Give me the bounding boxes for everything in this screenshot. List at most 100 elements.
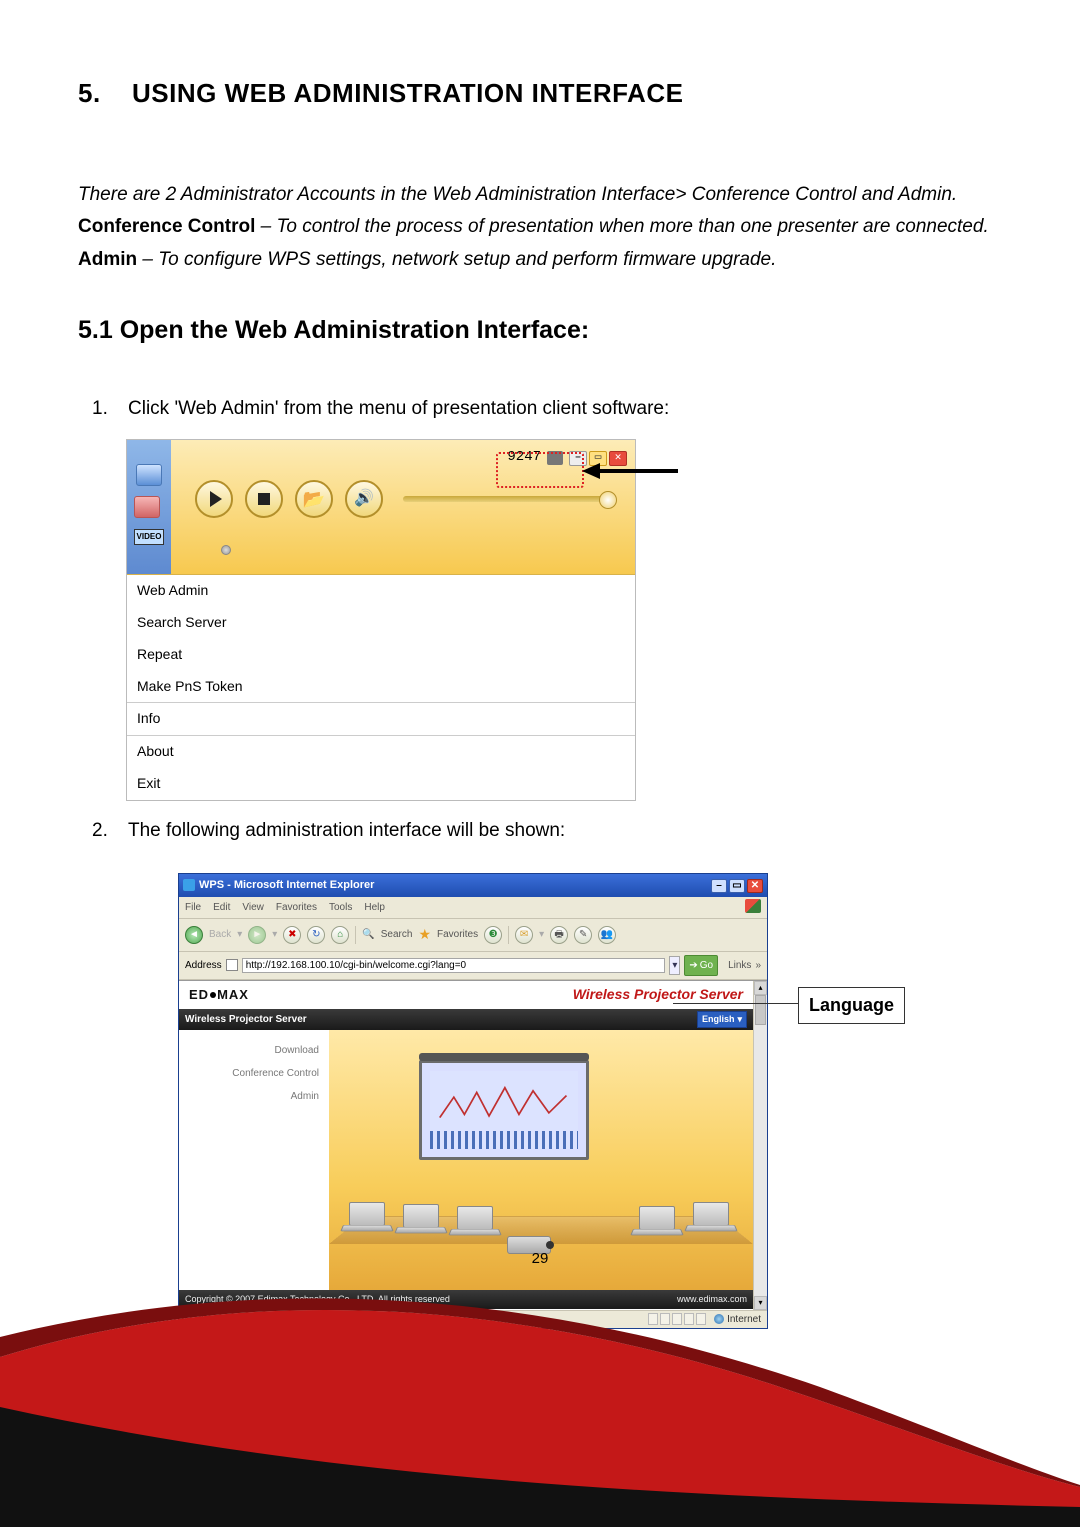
volume-button[interactable]: 🔊 (345, 480, 383, 518)
links-label[interactable]: Links (728, 957, 751, 974)
page-icon (226, 959, 238, 971)
admin-label: Admin (78, 249, 137, 270)
address-label: Address (185, 957, 222, 974)
status-done: Done (201, 1311, 225, 1328)
laptop-1 (341, 1202, 393, 1238)
mailto-button[interactable]: ✉ (515, 926, 533, 944)
stop-nav-button[interactable]: ✖ (283, 926, 301, 944)
intro-block: There are 2 Administrator Accounts in th… (78, 179, 1002, 276)
edit-button[interactable]: ✎ (574, 926, 592, 944)
ie-close-button[interactable]: ✕ (747, 879, 763, 893)
ie-menu-help[interactable]: Help (364, 899, 385, 916)
wps-bar-label: Wireless Projector Server (185, 1011, 307, 1028)
side-conference-control[interactable]: Conference Control (189, 1065, 319, 1082)
callout-line (673, 1003, 799, 1004)
back-label: Back (209, 926, 231, 943)
step-2-text: The following administration interface w… (128, 815, 565, 847)
search-label: Search (381, 926, 413, 943)
favorites-label: Favorites (437, 926, 478, 943)
admin-desc: – To configure WPS settings, network set… (137, 249, 776, 270)
scroll-thumb[interactable] (755, 995, 766, 1025)
side-download[interactable]: Download (189, 1042, 319, 1059)
step-1: 1. Click 'Web Admin' from the menu of pr… (78, 393, 1002, 425)
progress-slider[interactable] (403, 496, 615, 502)
close-button[interactable]: ✕ (609, 451, 627, 466)
step-2-number: 2. (92, 815, 128, 847)
address-dropdown[interactable]: ▾ (669, 956, 680, 975)
ie-menu-favorites[interactable]: Favorites (276, 899, 317, 916)
ie-menu-edit[interactable]: Edit (213, 899, 230, 916)
favorites-icon[interactable]: ★ (418, 923, 431, 947)
ie-app-icon (183, 879, 195, 891)
zone-icon (714, 1314, 724, 1324)
stop-button[interactable] (245, 480, 283, 518)
refresh-button[interactable]: ↻ (307, 926, 325, 944)
client-player: VIDEO 9247 – ▭ ✕ (127, 440, 635, 575)
wps-header: EDMAX Wireless Projector Server (179, 981, 753, 1009)
section-heading: 5.USING WEB ADMINISTRATION INTERFACE (78, 78, 1002, 109)
discuss-button[interactable]: 👥 (598, 926, 616, 944)
conference-control-label: Conference Control (78, 216, 255, 237)
ie-minimize-button[interactable]: – (711, 879, 727, 893)
step-1-number: 1. (92, 393, 128, 425)
wps-top-bar: Wireless Projector Server English ▾ (179, 1009, 753, 1030)
address-input[interactable] (242, 958, 666, 973)
subsection-heading: 5.1 Open the Web Administration Interfac… (78, 316, 1002, 345)
go-button[interactable]: ➔ Go (684, 955, 718, 976)
ie-menu-view[interactable]: View (242, 899, 264, 916)
conference-control-desc: – To control the process of presentation… (255, 216, 988, 237)
ie-menu-file[interactable]: File (185, 899, 201, 916)
site-link[interactable]: www.edimax.com (677, 1292, 747, 1307)
projector-screen (419, 1060, 589, 1160)
menu-search-server[interactable]: Search Server (127, 607, 635, 639)
history-button[interactable]: ❸ (484, 926, 502, 944)
context-menu: Web Admin Search Server Repeat Make PnS … (127, 575, 635, 800)
language-callout: Language (798, 987, 905, 1024)
ie-menu-tools[interactable]: Tools (329, 899, 352, 916)
tray-icon[interactable] (547, 451, 563, 465)
open-button[interactable]: 📂 (295, 480, 333, 518)
video-icon[interactable]: VIDEO (134, 496, 165, 550)
conference-control-line: Conference Control – To control the proc… (78, 211, 1002, 243)
back-button[interactable]: ◄ (185, 926, 203, 944)
play-button[interactable] (195, 480, 233, 518)
scroll-up-button[interactable]: ▴ (754, 981, 767, 995)
side-admin[interactable]: Admin (189, 1088, 319, 1105)
search-icon[interactable]: 🔍 (362, 926, 374, 943)
step-1-text: Click 'Web Admin' from the menu of prese… (128, 393, 669, 425)
page-number: 29 (0, 1250, 1080, 1267)
scroll-down-button[interactable]: ▾ (754, 1296, 767, 1310)
status-zone: Internet (727, 1311, 761, 1328)
section-number: 5. (78, 78, 132, 109)
go-label: Go (700, 957, 713, 974)
ie-toolbar: ◄ Back ▾ ► ▾ ✖ ↻ ⌂ 🔍 Search ★ Favorites … (179, 919, 767, 952)
laptop-2 (395, 1204, 447, 1240)
intro-sentence: There are 2 Administrator Accounts in th… (78, 179, 1002, 211)
arrow-line (598, 469, 678, 473)
language-select[interactable]: English ▾ (697, 1011, 747, 1028)
menu-exit[interactable]: Exit (127, 768, 635, 800)
laptop-4 (631, 1206, 683, 1242)
admin-line: Admin – To configure WPS settings, netwo… (78, 244, 1002, 276)
copyright-text: Copyright © 2007 Edimax Technology Co., … (185, 1292, 450, 1307)
section-title: USING WEB ADMINISTRATION INTERFACE (132, 78, 683, 108)
player-sidebar: VIDEO (127, 440, 171, 574)
forward-button[interactable]: ► (248, 926, 266, 944)
home-button[interactable]: ⌂ (331, 926, 349, 944)
menu-repeat[interactable]: Repeat (127, 639, 635, 671)
ie-titlebar: WPS - Microsoft Internet Explorer – ▭ ✕ (179, 874, 767, 897)
language-callout-text: Language (809, 995, 894, 1015)
display-icon[interactable] (136, 464, 162, 486)
menu-web-admin[interactable]: Web Admin (127, 575, 635, 607)
ie-maximize-button[interactable]: ▭ (729, 879, 745, 893)
ie-menubar: File Edit View Favorites Tools Help (179, 897, 767, 919)
laptop-3 (449, 1206, 501, 1242)
ie-statusbar: Done Internet (179, 1310, 767, 1328)
step-2: 2. The following administration interfac… (78, 815, 1002, 847)
menu-about[interactable]: About (127, 735, 635, 768)
print-button[interactable]: 🖶 (550, 926, 568, 944)
menu-make-token[interactable]: Make PnS Token (127, 671, 635, 703)
ie-logo-icon (745, 899, 761, 913)
laptop-5 (685, 1202, 737, 1238)
menu-info[interactable]: Info (127, 702, 635, 735)
